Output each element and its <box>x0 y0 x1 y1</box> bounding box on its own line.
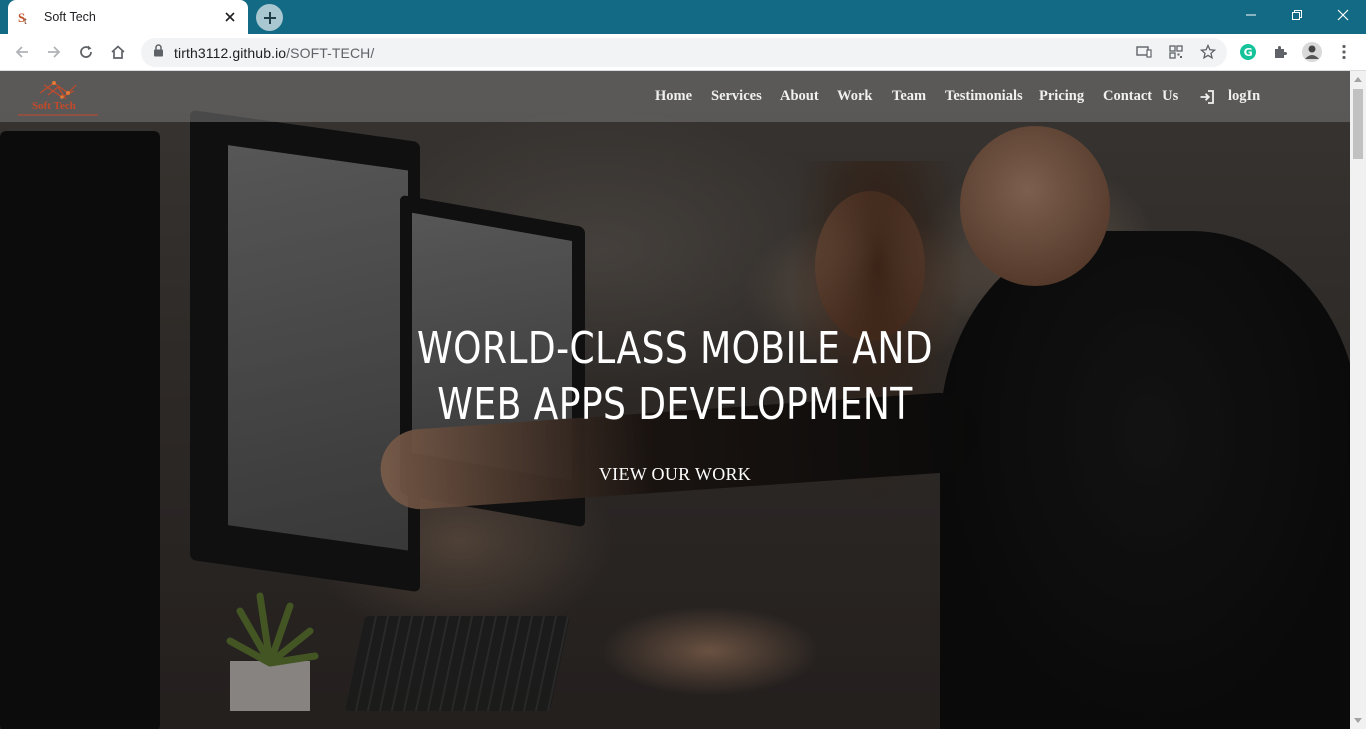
site-navbar: Soft Tech Home Services About Work Team … <box>0 71 1350 122</box>
url-text: tirth3112.github.io/SOFT-TECH/ <box>174 45 374 61</box>
scroll-up-arrow-icon[interactable] <box>1350 71 1366 87</box>
forward-arrow-icon[interactable] <box>42 40 66 64</box>
nav-services-link[interactable]: Services <box>711 88 762 105</box>
nav-contact-link[interactable]: Contact <box>1103 88 1152 105</box>
profile-avatar[interactable] <box>1300 40 1324 64</box>
nav-team[interactable]: Team <box>892 71 926 122</box>
nav-contact-us[interactable]: Contact Us <box>1103 71 1178 122</box>
svg-text:t: t <box>24 16 27 25</box>
hero-headline-line2: WEB APPS DEVELOPMENT <box>437 379 913 430</box>
nav-home-link[interactable]: Home <box>655 88 692 105</box>
nav-about[interactable]: About <box>780 71 819 122</box>
site-logo[interactable]: Soft Tech <box>18 77 98 117</box>
hero-headline-line1: WORLD-CLASS MOBILE AND <box>417 323 933 374</box>
login-icon <box>1199 89 1215 105</box>
nav-us-link[interactable]: Us <box>1162 88 1178 105</box>
nav-pricing-link[interactable]: Pricing <box>1039 88 1084 105</box>
scrollbar-thumb[interactable] <box>1353 89 1363 159</box>
restore-window-button[interactable] <box>1274 0 1320 30</box>
address-bar[interactable]: tirth3112.github.io/SOFT-TECH/ <box>141 38 1227 67</box>
url-host: tirth3112.github.io <box>174 44 287 61</box>
scroll-down-arrow-icon[interactable] <box>1350 713 1366 729</box>
browser-tab[interactable]: St Soft Tech <box>8 0 248 34</box>
browser-menu-icon[interactable] <box>1332 40 1356 64</box>
nav-home[interactable]: Home <box>655 71 692 122</box>
tab-close-icon[interactable] <box>222 9 238 25</box>
new-tab-button[interactable] <box>256 4 283 31</box>
svg-text:G: G <box>1244 46 1253 59</box>
logo-text: Soft Tech <box>32 100 76 112</box>
site-favicon-icon: St <box>18 9 34 25</box>
view-our-work-label[interactable]: VIEW OUR WORK <box>599 464 751 484</box>
page-scrollbar[interactable] <box>1350 71 1366 729</box>
nav-team-link[interactable]: Team <box>892 88 926 105</box>
nav-login[interactable]: logIn <box>1199 71 1260 122</box>
nav-pricing[interactable]: Pricing <box>1039 71 1084 122</box>
lock-icon <box>153 43 164 62</box>
back-arrow-icon[interactable] <box>10 40 34 64</box>
grammarly-extension-icon[interactable]: G <box>1236 40 1260 64</box>
nav-work-link[interactable]: Work <box>837 88 872 105</box>
view-our-work-button[interactable]: VIEW OUR WORK <box>0 464 1350 485</box>
tab-title: Soft Tech <box>44 10 96 24</box>
extensions-puzzle-icon[interactable] <box>1268 40 1292 64</box>
browser-tab-strip: St Soft Tech <box>0 0 1366 34</box>
bookmark-star-icon[interactable] <box>1196 40 1220 64</box>
nav-testimonials-link[interactable]: Testimonials <box>945 88 1023 105</box>
browser-toolbar: tirth3112.github.io/SOFT-TECH/ G <box>0 34 1366 71</box>
minimize-window-button[interactable] <box>1228 0 1274 30</box>
nav-about-link[interactable]: About <box>780 88 819 105</box>
nav-services[interactable]: Services <box>711 71 762 122</box>
cast-icon[interactable] <box>1132 40 1156 64</box>
qr-code-icon[interactable] <box>1164 40 1188 64</box>
page-viewport: Soft Tech Home Services About Work Team … <box>0 71 1350 729</box>
nav-work[interactable]: Work <box>837 71 872 122</box>
hero-headline: WORLD-CLASS MOBILE AND WEB APPS DEVELOPM… <box>122 321 1229 433</box>
url-path: /SOFT-TECH/ <box>286 44 375 61</box>
nav-testimonials[interactable]: Testimonials <box>945 71 1023 122</box>
nav-login-link[interactable]: logIn <box>1228 88 1260 105</box>
home-icon[interactable] <box>106 40 130 64</box>
reload-icon[interactable] <box>74 40 98 64</box>
close-window-button[interactable] <box>1320 0 1366 30</box>
